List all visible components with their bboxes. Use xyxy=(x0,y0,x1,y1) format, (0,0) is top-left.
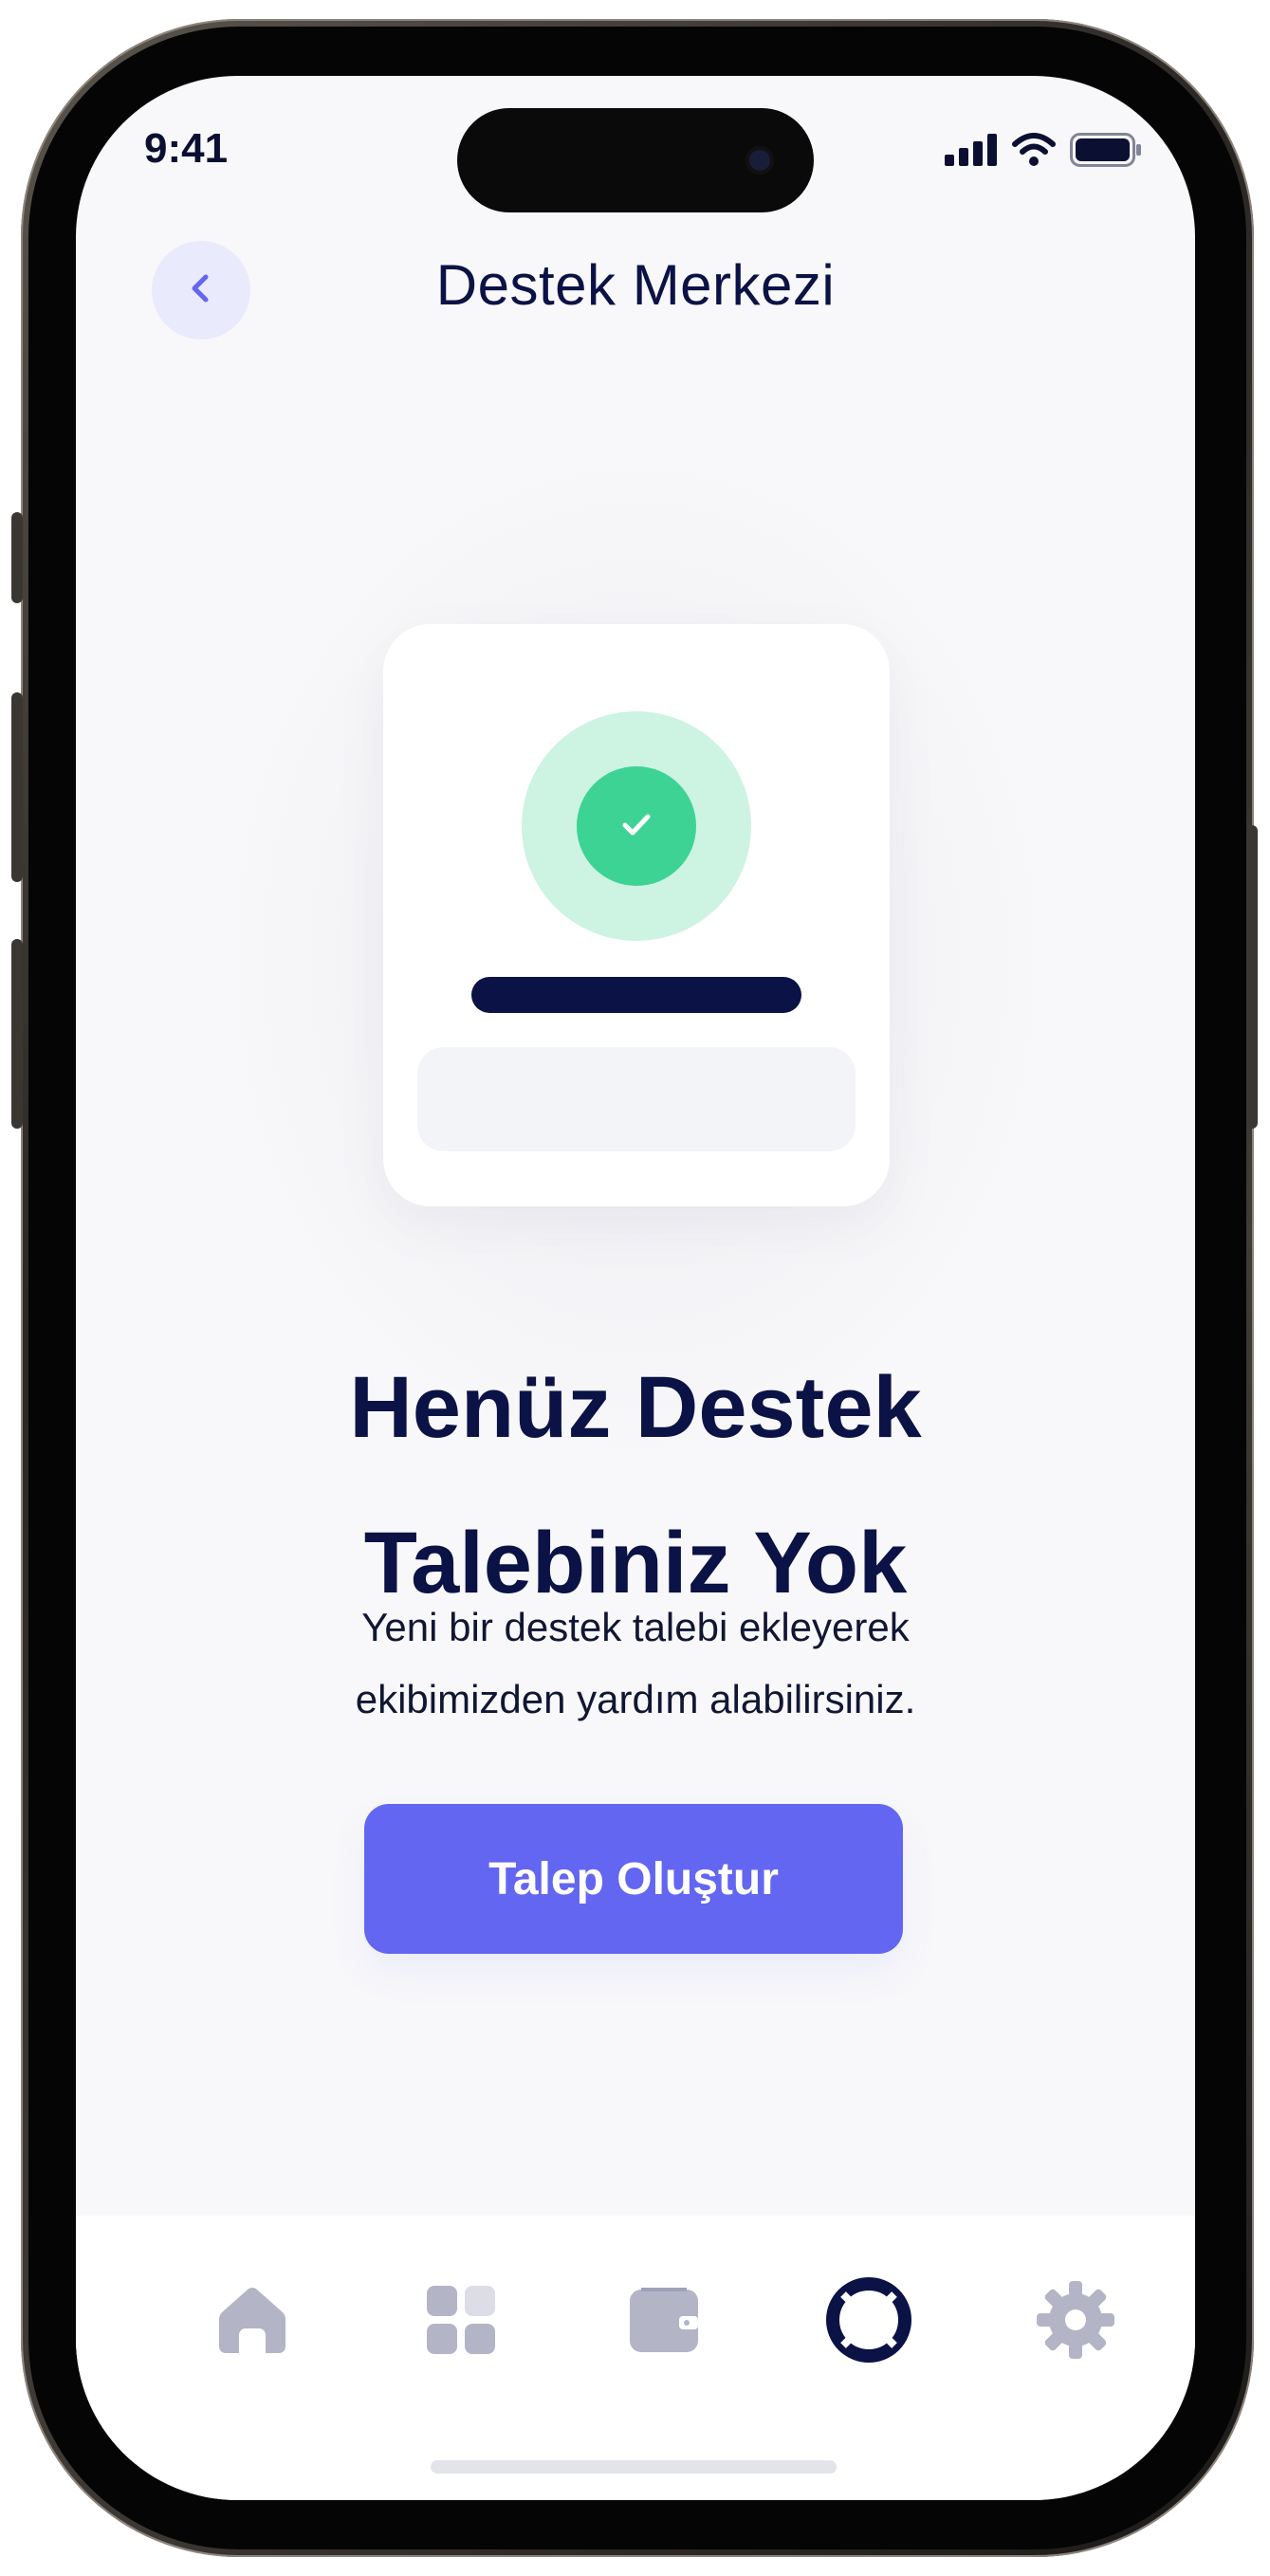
empty-state-description-line1: Yeni bir destek talebi ekleyerek xyxy=(361,1605,910,1649)
page-title: Destek Merkezi xyxy=(435,253,836,317)
success-ring xyxy=(522,711,751,941)
illustration-card xyxy=(383,624,890,1206)
screen: 9:41 Destek Merkezi Henüz Destek Talebin… xyxy=(76,76,1195,2500)
lifebuoy-icon xyxy=(826,2277,911,2366)
success-badge xyxy=(577,766,696,886)
dynamic-island xyxy=(457,108,814,212)
create-request-button[interactable]: Talep Oluştur xyxy=(364,1804,903,1954)
tab-home[interactable] xyxy=(205,2274,300,2369)
gear-icon xyxy=(1035,2279,1116,2364)
power-button xyxy=(1246,825,1258,1129)
check-icon xyxy=(614,801,659,851)
action-button xyxy=(11,512,23,603)
home-indicator[interactable] xyxy=(431,2460,837,2474)
tab-dashboard[interactable] xyxy=(414,2274,508,2369)
tab-wallet[interactable] xyxy=(617,2274,711,2369)
battery-icon xyxy=(1070,133,1142,171)
tab-bar xyxy=(76,2216,1195,2500)
placeholder-content-box xyxy=(417,1047,856,1151)
empty-state-description: Yeni bir destek talebi ekleyerek ekibimi… xyxy=(228,1592,1043,1736)
tab-settings[interactable] xyxy=(1028,2274,1123,2369)
volume-up-button xyxy=(11,692,23,882)
status-time: 9:41 xyxy=(144,125,229,172)
volume-down-button xyxy=(11,939,23,1129)
status-icons xyxy=(945,133,1142,171)
wallet-icon xyxy=(626,2282,702,2362)
camera-lens xyxy=(745,146,774,175)
status-bar: 9:41 xyxy=(76,76,1195,218)
wifi-icon xyxy=(1011,133,1057,171)
home-icon xyxy=(214,2282,290,2362)
tab-support[interactable] xyxy=(821,2274,916,2369)
signal-icon xyxy=(945,134,998,170)
grid-icon xyxy=(423,2282,499,2362)
header: Destek Merkezi xyxy=(76,218,1195,351)
empty-state-title-line1: Henüz Destek xyxy=(349,1359,922,1456)
placeholder-title-bar xyxy=(471,977,801,1013)
empty-state-description-line2: ekibimizden yardım alabilirsiniz. xyxy=(355,1677,916,1721)
